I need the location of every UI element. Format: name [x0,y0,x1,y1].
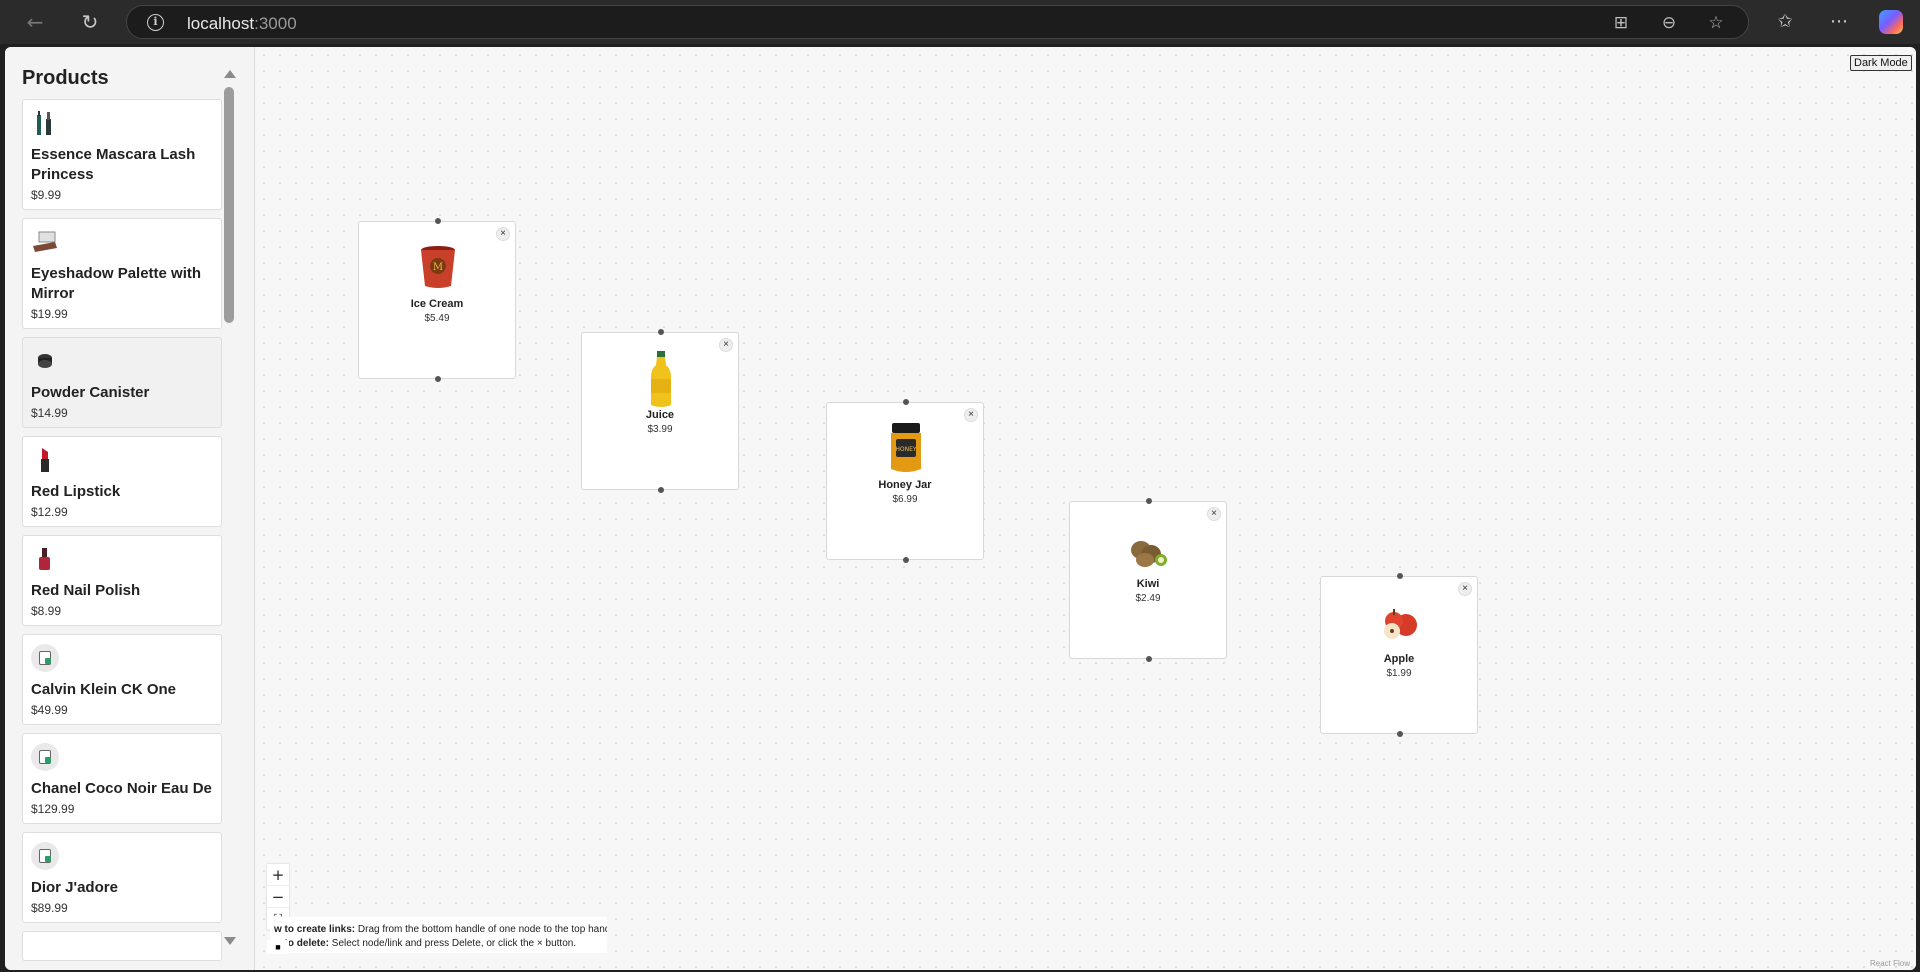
scroll-down-icon[interactable] [224,937,236,945]
product-list: Essence Mascara Lash Princess $9.99 Eyes… [22,99,223,961]
product-card[interactable]: Essence Mascara Lash Princess $9.99 [22,99,222,210]
target-handle[interactable] [435,218,441,224]
help-delete-line: w to delete: Select node/link and press … [274,938,577,949]
powder-icon [31,347,59,375]
node-name: Apple [1383,653,1415,665]
product-node[interactable]: × HONEY Honey Jar $6.99 [826,399,984,563]
mascara-icon [31,109,59,137]
flow-canvas[interactable]: Dark Mode × M Ice Cream $5.49 × Juice $3… [256,47,1916,970]
target-handle[interactable] [903,399,909,405]
product-name: Powder Canister [31,384,150,401]
source-handle[interactable] [1397,731,1403,737]
product-price: $89.99 [31,901,68,915]
palette-icon [31,228,59,256]
sidebar-title: Products [22,67,109,89]
apple-icon [1378,595,1422,651]
product-price: $129.99 [31,802,75,816]
product-name: Eyeshadow Palette with Mirror [31,265,202,302]
product-card[interactable]: Chanel Coco Noir Eau De $129.99 [22,733,222,824]
source-handle[interactable] [903,557,909,563]
node-price: $2.49 [1135,593,1161,604]
node-name: Ice Cream [410,298,464,310]
info-icon[interactable]: i [147,14,164,31]
close-icon[interactable]: × [1458,582,1472,596]
nail-polish-icon [31,545,59,573]
target-handle[interactable] [1146,498,1152,504]
zoom-out-icon[interactable]: ⊖ [1658,12,1680,34]
product-price: $9.99 [31,188,62,202]
product-name: Calvin Klein CK One [31,681,177,698]
product-card[interactable]: Red Nail Polish $8.99 [22,535,222,626]
perfume-placeholder-icon [31,644,59,672]
zoom-out-button[interactable]: − [267,886,289,908]
help-panel: w to create links: Drag from the bottom … [270,917,607,953]
target-handle[interactable] [1397,573,1403,579]
node-price: $1.99 [1386,668,1412,679]
node-price: $3.99 [647,424,673,435]
honey-jar-icon: HONEY [884,421,928,477]
scroll-up-icon[interactable] [224,70,236,78]
source-handle[interactable] [1146,656,1152,662]
node-name: Honey Jar [878,479,932,491]
back-arrow-icon[interactable]: ← [21,8,49,36]
react-flow-attribution[interactable]: React Flow [1870,959,1910,968]
product-card[interactable]: Dior J'adore $89.99 [22,832,222,923]
close-icon[interactable]: × [964,408,978,422]
product-price: $19.99 [31,307,68,321]
product-name: Red Lipstick [31,483,121,500]
target-handle[interactable] [658,329,664,335]
product-name: Chanel Coco Noir Eau De [31,780,212,797]
close-icon[interactable]: × [496,227,510,241]
juice-icon [639,351,683,407]
close-icon[interactable]: × [719,338,733,352]
product-name: Dior J'adore [31,879,118,896]
product-name: Red Nail Polish [31,582,141,599]
product-node[interactable]: × Apple $1.99 [1320,573,1478,737]
source-handle[interactable] [658,487,664,493]
node-name: Kiwi [1136,578,1160,590]
svg-text:HONEY: HONEY [895,446,917,453]
favorite-star-icon[interactable]: ☆ [1705,12,1727,34]
browser-toolbar: ← ↻ i localhost:3000 ⊞ ⊖ ☆ ✩ ⋯ [0,0,1920,44]
refresh-icon[interactable]: ↻ [76,8,104,36]
product-card[interactable]: Eyeshadow Palette with Mirror $19.99 [22,218,222,329]
ice-cream-icon: M [416,240,460,296]
svg-text:M: M [433,262,443,273]
product-name: Essence Mascara Lash Princess [31,146,196,183]
page-viewport: Products Essence Mascara Lash Princess $… [5,47,1916,970]
scroll-thumb[interactable] [224,87,234,323]
node-name: Juice [645,409,675,421]
product-node[interactable]: × Juice $3.99 [581,329,739,493]
product-sidebar: Products Essence Mascara Lash Princess $… [5,47,255,970]
kiwi-icon [1127,520,1171,576]
lipstick-icon [31,446,59,474]
perfume-placeholder-icon [31,743,59,771]
lock-icon[interactable]: ■ [267,940,289,954]
product-card[interactable]: Powder Canister $14.99 [22,337,222,428]
favorites-icon[interactable]: ✩ [1773,10,1797,34]
close-icon[interactable]: × [1207,507,1221,521]
product-node[interactable]: × M Ice Cream $5.49 [358,218,516,382]
node-price: $5.49 [424,313,450,324]
product-price: $8.99 [31,604,62,618]
more-options-icon[interactable]: ⋯ [1827,10,1851,34]
product-node[interactable]: × Kiwi $2.49 [1069,498,1227,662]
product-price: $49.99 [31,703,68,717]
copilot-icon[interactable] [1879,10,1903,34]
node-price: $6.99 [892,494,918,505]
url-text[interactable]: localhost:3000 [187,14,297,34]
help-links-line: w to create links: Drag from the bottom … [274,924,607,935]
product-price: $12.99 [31,505,68,519]
perfume-placeholder-icon [31,842,59,870]
product-card[interactable] [22,931,222,961]
app-available-icon[interactable]: ⊞ [1610,12,1632,34]
product-card[interactable]: Red Lipstick $12.99 [22,436,222,527]
dark-mode-button[interactable]: Dark Mode [1850,55,1912,71]
product-price: $14.99 [31,406,68,420]
source-handle[interactable] [435,376,441,382]
zoom-in-button[interactable]: + [267,864,289,886]
sidebar-scrollbar[interactable] [222,67,236,947]
address-bar[interactable]: i localhost:3000 ⊞ ⊖ ☆ [126,5,1749,39]
product-card[interactable]: Calvin Klein CK One $49.99 [22,634,222,725]
